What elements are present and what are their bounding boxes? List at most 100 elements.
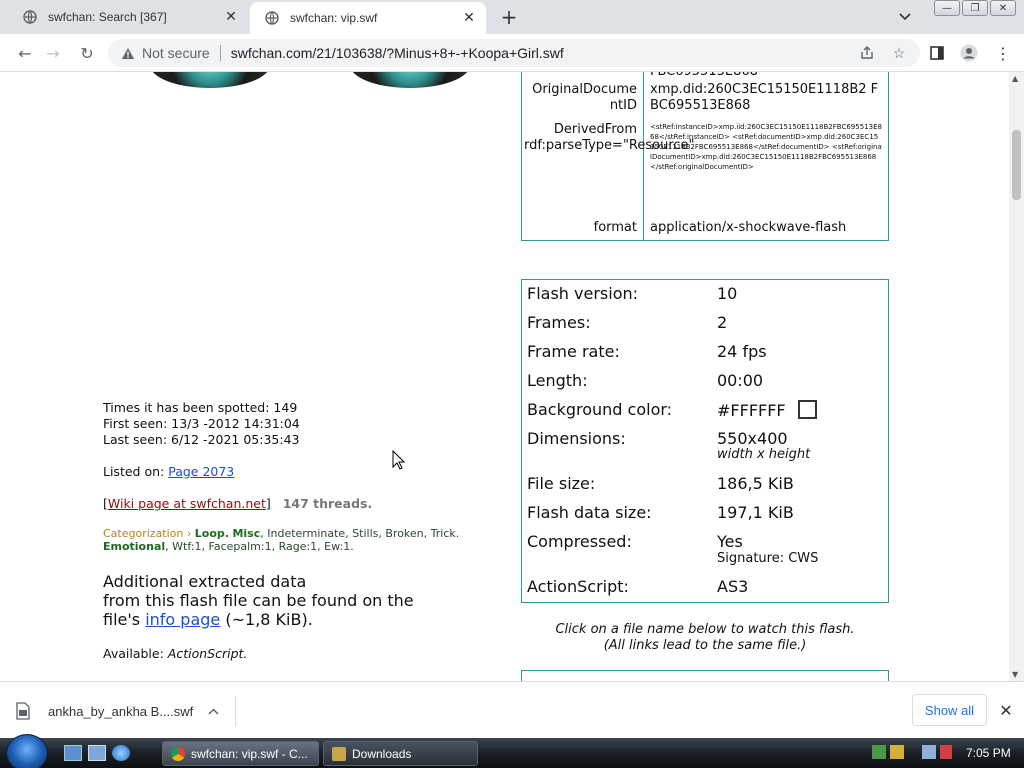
chevron-down-icon[interactable] (896, 8, 914, 26)
browser-toolbar: ← → ↻ Not secure swfchan.com/21/103638/?… (0, 34, 1024, 72)
menu-kebab-icon[interactable]: ⋮ (992, 42, 1014, 64)
tab-vip[interactable]: swfchan: vip.swf ✕ (250, 2, 486, 34)
xmp-row: FBC695513E868 (522, 72, 888, 80)
listed-on-label: Listed on: (103, 464, 165, 479)
profile-icon[interactable] (958, 42, 980, 64)
dimensions-value: 550x400 (717, 429, 788, 448)
frame-rate-row: Frame rate: 24 fps (527, 342, 883, 371)
category-loop[interactable]: Loop (195, 527, 225, 540)
wiki-link[interactable]: Wiki page at swfchan.net (108, 496, 266, 511)
xmp-key (522, 72, 644, 80)
downloads-bar: ankha_by_ankha B....swf Show all ✕ (0, 681, 1024, 738)
reload-icon[interactable]: ↻ (76, 42, 98, 64)
start-button[interactable] (6, 734, 48, 768)
globe-icon (264, 10, 280, 26)
xmp-key: format (522, 218, 644, 240)
tab-title: swfchan: Search [367] (48, 10, 167, 24)
network-icon[interactable] (922, 745, 936, 759)
internet-explorer-icon[interactable] (112, 745, 130, 761)
listed-page-link[interactable]: Page 2073 (168, 464, 234, 479)
actionscript-row: ActionScript: AS3 (527, 577, 883, 606)
forward-icon[interactable]: → (42, 42, 64, 64)
frames-row: Frames: 2 (527, 313, 883, 342)
tray-app-icon[interactable] (872, 745, 886, 759)
flash-version-value: 10 (717, 284, 738, 303)
close-downloads-icon[interactable]: ✕ (996, 700, 1016, 720)
sighting-stats: Times it has been spotted: 149 First see… (103, 400, 300, 448)
back-icon[interactable]: ← (14, 42, 36, 64)
switch-windows-icon[interactable] (88, 745, 106, 761)
compressed-row: Compressed: Yes Signature: CWS (527, 532, 883, 577)
listed-on: Listed on: Page 2073 (103, 464, 234, 479)
preview-eye-right (350, 72, 470, 88)
flash-version-label: Flash version: (527, 284, 639, 303)
available-value: ActionScript. (167, 646, 248, 661)
flash-data-size-value: 197,1 KiB (717, 503, 794, 522)
click-note-line-1: Click on a file name below to watch this… (555, 622, 855, 637)
not-secure-label[interactable]: Not secure (142, 45, 210, 61)
xmp-key: OriginalDocumentID (522, 80, 644, 120)
task-downloads[interactable]: Downloads (323, 741, 478, 766)
first-seen: First seen: 13/3 -2012 14:31:04 (103, 416, 300, 431)
extracted-line-2: from this flash file can be found on the (103, 591, 414, 610)
available-label: Available: (103, 646, 164, 661)
dimensions-label: Dimensions: (527, 429, 626, 448)
file-size-value: 186,5 KiB (717, 474, 794, 493)
folder-icon (332, 746, 346, 761)
minimize-icon[interactable]: — (934, 0, 960, 16)
xmp-value: application/x-shockwave-flash (650, 220, 847, 235)
show-all-button[interactable]: Show all (912, 694, 987, 726)
task-chrome[interactable]: swfchan: vip.swf - C... (162, 741, 319, 766)
flash-data-size-label: Flash data size: (527, 503, 652, 522)
chevron-up-icon[interactable] (208, 704, 219, 718)
file-links-box (521, 670, 889, 681)
scroll-down-icon[interactable]: ▼ (1012, 670, 1018, 679)
length-row: Length: 00:00 (527, 371, 883, 400)
tray-shield-icon[interactable] (890, 745, 904, 759)
new-tab-icon[interactable]: + (498, 5, 520, 29)
download-item[interactable]: ankha_by_ankha B....swf (16, 696, 236, 726)
extracted-data-note: Additional extracted data from this flas… (103, 572, 414, 629)
file-icon (16, 702, 32, 720)
extracted-line-3: file's (103, 610, 141, 629)
file-size-row: File size: 186,5 KiB (527, 474, 883, 503)
compressed-label: Compressed: (527, 532, 632, 551)
task-downloads-label: Downloads (352, 746, 412, 761)
tab-search[interactable]: swfchan: Search [367] ✕ (8, 0, 248, 34)
category-emotional[interactable]: Emotional (103, 540, 165, 553)
category-misc[interactable]: Misc (232, 527, 260, 540)
actionscript-label: ActionScript: (527, 577, 629, 596)
wiki-bracket-close: ] (265, 496, 271, 511)
address-bar[interactable]: Not secure swfchan.com/21/103638/?Minus+… (108, 39, 920, 67)
mouse-cursor-icon (392, 449, 406, 474)
tab-strip: swfchan: Search [367] ✕ swfchan: vip.swf… (0, 0, 1024, 34)
close-window-icon[interactable]: ✕ (990, 0, 1016, 16)
xmp-value: <stRef:instanceID>xmp.iid:260C3EC15150E1… (650, 123, 882, 171)
length-label: Length: (527, 371, 588, 390)
task-chrome-label: swfchan: vip.swf - C... (191, 746, 308, 761)
clock[interactable]: 7:05 PM (966, 746, 1011, 760)
scroll-up-icon[interactable]: ▲ (1012, 74, 1018, 83)
scroll-thumb[interactable] (1012, 130, 1021, 200)
warning-icon[interactable] (120, 45, 136, 61)
xmp-value: FBC695513E868 (644, 72, 888, 80)
download-filename: ankha_by_ankha B....swf (48, 703, 194, 719)
bookmark-star-icon[interactable]: ☆ (888, 42, 910, 64)
tray-spacer (908, 745, 918, 759)
page-scrollbar[interactable]: ▲ ▼ (1009, 72, 1024, 681)
categorization: Categorization › Loop. Misc, Indetermina… (103, 527, 460, 553)
close-tab-icon[interactable]: ✕ (458, 7, 480, 29)
share-icon[interactable] (856, 42, 878, 64)
restore-icon[interactable]: ❐ (962, 0, 988, 16)
url-text[interactable]: swfchan.com/21/103638/?Minus+8+-+Koopa+G… (231, 45, 856, 61)
preview-eye-left (150, 72, 270, 88)
flash-info-table: Flash version: 10 Frames: 2 Frame rate: … (521, 279, 889, 603)
show-desktop-icon[interactable] (64, 745, 82, 761)
volume-muted-icon[interactable] (940, 745, 952, 759)
compressed-value: Yes (717, 532, 743, 551)
side-panel-icon[interactable] (926, 42, 948, 64)
categorization-label: Categorization › (103, 527, 192, 540)
close-tab-icon[interactable]: ✕ (220, 6, 242, 28)
windows-taskbar: swfchan: vip.swf - C... Downloads 7:05 P… (0, 734, 1024, 768)
info-page-link[interactable]: info page (145, 610, 220, 629)
